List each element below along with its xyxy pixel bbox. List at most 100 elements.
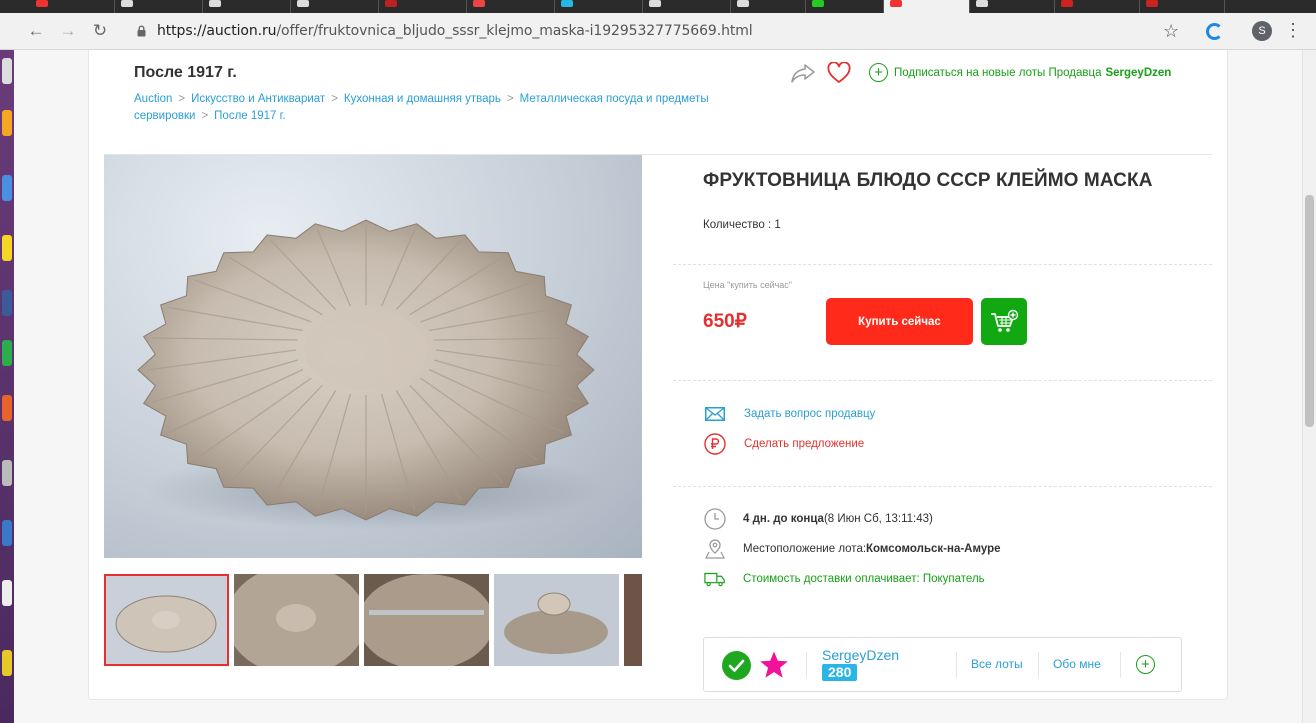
browser-tab[interactable]: [379, 0, 467, 13]
url-path: /offer/fruktovnica_bljudo_sssr_klejmo_ma…: [276, 23, 753, 39]
envelope-icon: [704, 403, 726, 425]
thumbnail-selected[interactable]: [104, 574, 229, 666]
dock-app-icon[interactable]: [2, 395, 12, 421]
all-lots-link[interactable]: Все лоты: [971, 657, 1023, 671]
price-value: 650₽: [703, 311, 747, 332]
browser-tab[interactable]: [291, 0, 379, 13]
breadcrumb-link[interactable]: После 1917 г.: [214, 110, 285, 122]
breadcrumb-link[interactable]: Искусство и Антиквариат: [191, 93, 325, 105]
photo-thumbnails: [104, 573, 642, 666]
dock-app-icon[interactable]: [2, 58, 12, 84]
thumbnail-image: [624, 574, 642, 666]
browser-tab[interactable]: [731, 0, 806, 13]
thumbnail[interactable]: [364, 574, 489, 666]
tab-favicon-icon: [209, 0, 221, 7]
breadcrumb-separator: >: [178, 93, 186, 105]
browser-tab[interactable]: [115, 0, 203, 13]
breadcrumb-separator: >: [201, 110, 209, 122]
buy-now-button[interactable]: Купить сейчас: [826, 298, 973, 345]
tab-favicon-icon: [890, 0, 902, 7]
category-title: После 1917 г.: [134, 64, 237, 81]
seller-rating-badge: 280: [822, 664, 858, 681]
dock-app-icon[interactable]: [2, 290, 12, 316]
breadcrumb-link[interactable]: Auction: [134, 93, 172, 105]
breadcrumb-link[interactable]: Кухонная и домашняя утварь: [344, 93, 501, 105]
deadline-days: 4 дн. до конца: [743, 513, 824, 525]
browser-tab[interactable]: [1140, 0, 1225, 13]
dock-app-icon[interactable]: [2, 340, 12, 366]
delivery-truck-icon: [704, 568, 726, 590]
divider: [1120, 652, 1121, 678]
dock-app-icon[interactable]: [2, 650, 12, 676]
desktop-dock: [0, 50, 14, 723]
favorite-heart-icon[interactable]: [827, 62, 851, 84]
forward-icon[interactable]: →: [56, 19, 80, 43]
browser-tab-active[interactable]: [884, 0, 970, 13]
browser-tab[interactable]: [467, 0, 555, 13]
breadcrumb: Auction > Искусство и Антиквариат > Кухонная…: [134, 91, 774, 125]
profile-avatar[interactable]: S: [1252, 21, 1272, 41]
thumbnail[interactable]: [624, 574, 642, 666]
verified-check-icon: [722, 651, 751, 680]
thumbnail-image: [494, 574, 619, 666]
tab-favicon-icon: [121, 0, 133, 7]
location-label: Местоположение лота:: [743, 543, 867, 555]
cart-plus-icon: [991, 309, 1019, 332]
address-bar[interactable]: https://auction.ru/offer/fruktovnica_blj…: [157, 23, 753, 39]
thumbnail[interactable]: [234, 574, 359, 666]
tab-favicon-icon: [649, 0, 661, 7]
scrollbar-thumb[interactable]: [1305, 195, 1314, 427]
main-product-photo[interactable]: [104, 155, 642, 558]
tab-favicon-icon: [473, 0, 485, 7]
ask-seller-link[interactable]: Задать вопрос продавцу: [704, 403, 875, 425]
browser-tab-strip: [0, 0, 1316, 13]
tab-favicon-icon: [1146, 0, 1158, 7]
dock-app-icon[interactable]: [2, 235, 12, 261]
thumbnail[interactable]: [494, 574, 619, 666]
dock-app-icon[interactable]: [2, 110, 12, 136]
delivery-cost: Стоимость доставки оплачивает: Покупател…: [704, 568, 985, 590]
tab-favicon-icon: [36, 0, 48, 7]
browser-menu-icon[interactable]: ⋮: [1284, 21, 1302, 39]
location-value: Комсомольск-на-Амуре: [866, 543, 1001, 555]
browser-tab[interactable]: [555, 0, 643, 13]
dock-app-icon[interactable]: [2, 580, 12, 606]
add-seller-plus-icon[interactable]: +: [1136, 655, 1155, 674]
make-offer-link[interactable]: Сделать предложение: [704, 433, 864, 455]
thumbnail-image: [364, 574, 489, 666]
browser-tab[interactable]: [643, 0, 731, 13]
tab-favicon-icon: [737, 0, 749, 7]
seller-box: SergeyDzen 280 Все лоты Обо мне +: [703, 637, 1182, 692]
tab-favicon-icon: [297, 0, 309, 7]
price-label: Цена "купить сейчас": [703, 280, 793, 290]
dock-app-icon[interactable]: [2, 175, 12, 201]
tab-favicon-icon: [385, 0, 397, 7]
back-icon[interactable]: ←: [24, 19, 48, 43]
dock-app-icon[interactable]: [2, 520, 12, 546]
lot-location: Местоположение лота: Комсомольск-на-Амур…: [704, 538, 1001, 560]
lot-title: ФРУКТОВНИЦА БЛЮДО СССР КЛЕЙМО МАСКА: [703, 170, 1153, 191]
browser-toolbar: ← → ↻ https://auction.ru/offer/fruktovni…: [0, 13, 1316, 50]
browser-tab[interactable]: [970, 0, 1055, 13]
share-icon[interactable]: [790, 62, 816, 84]
about-seller-link[interactable]: Обо мне: [1053, 657, 1101, 671]
deadline-date: (8 Июн Сб, 13:11:43): [823, 513, 933, 525]
star-badge-icon: [760, 651, 788, 678]
tab-favicon-icon: [1061, 0, 1073, 7]
dock-app-icon[interactable]: [2, 460, 12, 486]
browser-tab[interactable]: [30, 0, 115, 13]
seller-name-link[interactable]: SergeyDzen: [822, 647, 899, 663]
browser-tab[interactable]: [203, 0, 291, 13]
browser-tab[interactable]: [1055, 0, 1140, 13]
reload-icon[interactable]: ↻: [88, 19, 112, 43]
thumbnail-image: [234, 574, 359, 666]
bookmark-star-icon[interactable]: ☆: [1163, 21, 1179, 42]
add-to-cart-button[interactable]: [981, 298, 1027, 345]
subscribe-seller-link[interactable]: + Подписаться на новые лоты Продавца Ser…: [869, 63, 1171, 82]
map-pin-icon: [704, 538, 726, 560]
browser-tab[interactable]: [806, 0, 884, 13]
divider: [806, 652, 807, 678]
extension-icon[interactable]: [1206, 23, 1223, 40]
plus-circle-icon: +: [869, 63, 888, 82]
breadcrumb-separator: >: [331, 93, 338, 105]
